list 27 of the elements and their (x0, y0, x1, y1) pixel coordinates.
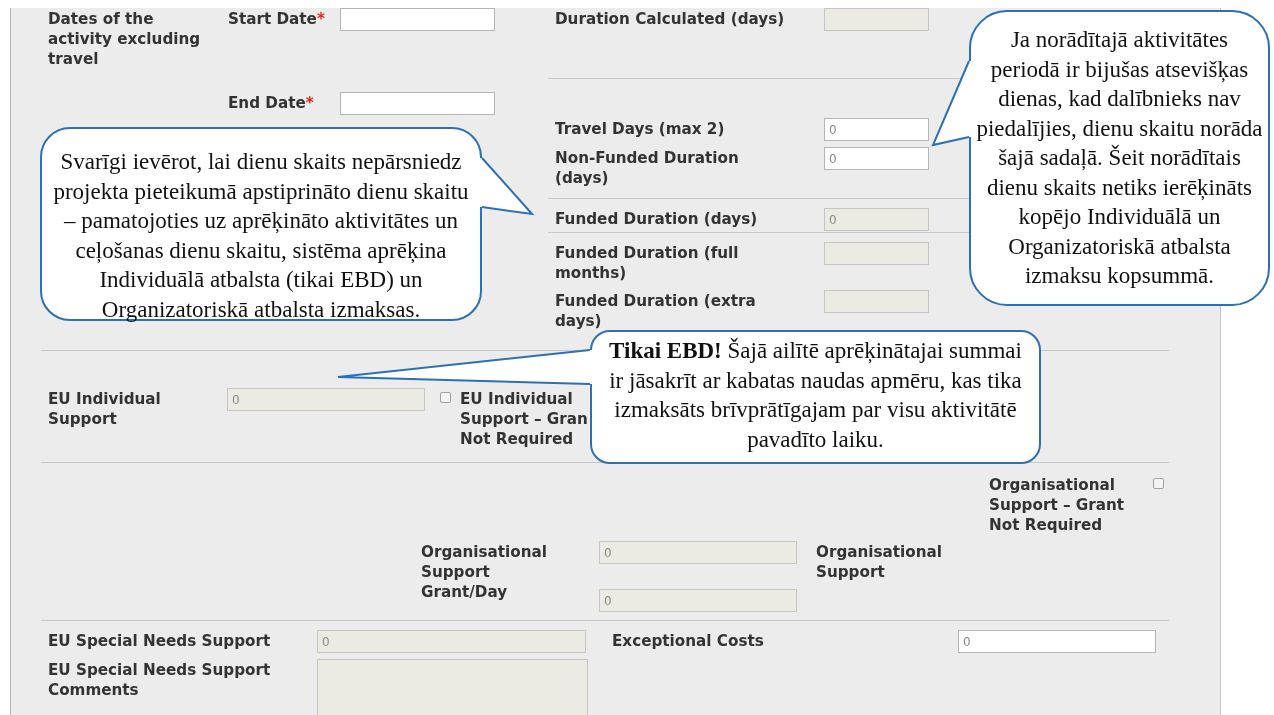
field-label: Travel Days (max 2) (555, 119, 726, 139)
callout: Svarīgi ievērot, lai dienu skaits nepārsniedz projekta pieteikumā apstiprināto dienu skaitu – pamatojoties uz aprēķināto aktivitātes un ceļošanas dienu skaitu, sistēma aprēķina Individuālā atbalsta (tikai EBD) un Organizatoriskā atbalsta izmaksas. (40, 127, 482, 321)
checkbox-label: EU Individual Support – Gran Not Required (460, 389, 589, 449)
field-label: EU Special Needs Support Comments (48, 660, 272, 700)
field-label: EU Special Needs Support (48, 631, 272, 651)
field-label: EU Individual Support (48, 389, 162, 429)
field-label: Funded Duration (days) (555, 209, 759, 229)
text-field[interactable]: 0 (958, 630, 1156, 653)
text-field[interactable] (340, 8, 495, 31)
callout: Ja norādītajā aktivitātes periodā ir bijušas atsevišķas dienas, kad dalībnieks nav piedalījies, dienu skaitu norāda šajā sadaļā. Šeit norādītais dienu skaits netiks ierēķināts kopējo Individuālā un Organizatoriskā atbalsta izmaksu kopsummā. (969, 10, 1270, 306)
text-field[interactable]: 0 (824, 118, 929, 141)
checkbox[interactable] (1153, 478, 1164, 489)
field-label: Organisational Support Grant/Day (421, 542, 548, 602)
field-label: Non-Funded Duration (days) (555, 148, 740, 188)
field-label: Duration Calculated (days) (555, 9, 786, 29)
field-label: Funded Duration (full months) (555, 243, 740, 283)
field-label: Dates of the activity excluding travel (48, 9, 202, 69)
checkbox-label: Organisational Support – Grant Not Required (989, 475, 1126, 535)
callout-tail (478, 155, 535, 217)
field-label: Start Date* (228, 9, 326, 29)
text-field[interactable] (340, 92, 495, 115)
text-field[interactable]: 0 (824, 147, 929, 170)
field-label: Funded Duration (extra days) (555, 291, 757, 331)
field-label: Exceptional Costs (612, 631, 765, 651)
field-label: End Date* (228, 93, 315, 113)
field-label: Organisational Support (816, 542, 943, 582)
callout: Tikai EBD! Šajā ailītē aprēķinātajai summai ir jāsakrīt ar kabatas naudas apmēru, kas tika izmaksāts brīvprātīgajam par visu aktivitātē pavadīto laiku. (590, 330, 1041, 464)
